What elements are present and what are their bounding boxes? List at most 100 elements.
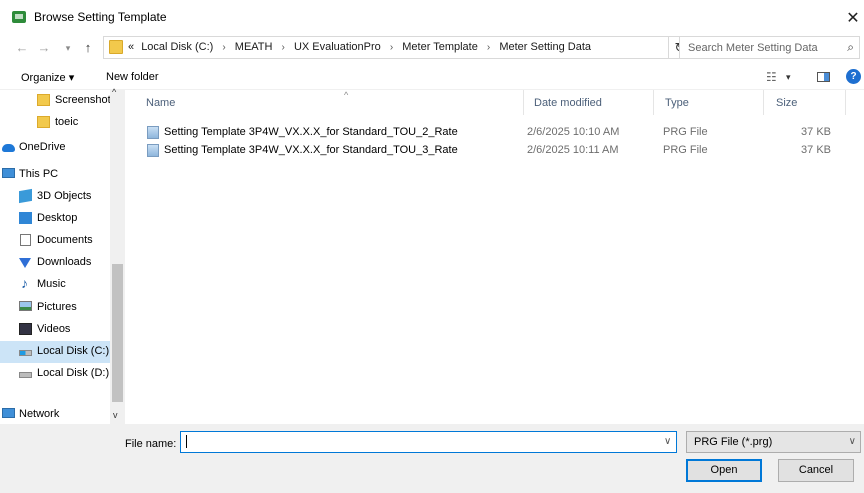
sidebar-item-label: This PC — [19, 168, 59, 180]
breadcrumb-separator[interactable]: › — [282, 42, 285, 53]
sidebar-item-this-pc[interactable]: This PC — [0, 164, 110, 186]
sidebar-item-label: Documents — [37, 234, 93, 246]
table-row[interactable]: Setting Template 3P4W_VX.X.X_for Standar… — [145, 123, 860, 142]
windows-disk-icon — [19, 350, 32, 356]
folder-icon — [37, 116, 50, 128]
video-icon — [19, 323, 32, 335]
scroll-up-icon[interactable]: ^ — [112, 87, 116, 97]
file-icon — [147, 144, 159, 157]
file-name-label: File name: — [125, 438, 177, 450]
breadcrumb-meath[interactable]: MEATH — [235, 41, 273, 53]
file-name: Setting Template 3P4W_VX.X.X_for Standar… — [164, 144, 458, 156]
sidebar-item-videos[interactable]: Videos — [0, 319, 110, 341]
column-header-type[interactable]: Type — [665, 97, 689, 109]
search-placeholder: Search Meter Setting Data — [688, 42, 818, 54]
breadcrumb-meter-template[interactable]: Meter Template — [402, 41, 478, 53]
sidebar-item-label: Videos — [37, 323, 71, 335]
recent-locations-chevron-icon[interactable]: ▾ — [62, 43, 74, 54]
command-bar: Organize ▾ New folder ☷ ▾ ? — [0, 64, 864, 90]
sidebar-item-music[interactable]: ♪ Music — [0, 274, 110, 296]
sidebar-item-downloads[interactable]: Downloads — [0, 252, 110, 274]
sidebar-item-network[interactable]: Network — [0, 404, 110, 424]
chevron-down-icon: ∨ — [848, 436, 856, 447]
sidebar-item-label: Network — [19, 408, 60, 420]
column-divider[interactable] — [763, 90, 764, 115]
column-header-date-modified[interactable]: Date modified — [534, 97, 602, 109]
file-date: 2/6/2025 10:11 AM — [527, 144, 619, 156]
sidebar-item-local-disk-c[interactable]: Local Disk (C:) — [0, 341, 110, 363]
dialog-footer: File name: ∨ PRG File (*.prg) ∨ Open Can… — [0, 424, 864, 493]
sidebar-item-label: OneDrive — [19, 141, 66, 153]
sidebar-item-label: 3D Objects — [37, 190, 92, 202]
sidebar-item-toeic[interactable]: toeic — [0, 112, 110, 134]
sidebar-item-screenshots[interactable]: Screenshots — [0, 90, 110, 112]
file-name: Setting Template 3P4W_VX.X.X_for Standar… — [164, 126, 458, 138]
new-folder-button[interactable]: New folder — [106, 71, 159, 83]
view-options-icon[interactable]: ☷ — [766, 70, 777, 84]
file-date: 2/6/2025 10:10 AM — [527, 126, 620, 138]
title-bar: Browse Setting Template ✕ — [0, 0, 864, 34]
music-icon: ♪ — [21, 275, 28, 291]
breadcrumb-local-disk[interactable]: Local Disk (C:) — [141, 41, 213, 53]
column-header-name[interactable]: Name — [146, 97, 175, 109]
help-icon[interactable]: ? — [846, 69, 861, 84]
breadcrumb-separator[interactable]: › — [222, 42, 225, 53]
picture-icon — [19, 301, 32, 311]
window-title: Browse Setting Template — [34, 10, 167, 24]
breadcrumb-ux-evaluationpro[interactable]: UX EvaluationPro — [294, 41, 381, 53]
sidebar-item-onedrive[interactable]: OneDrive — [0, 137, 110, 159]
file-type: PRG File — [663, 126, 708, 138]
cancel-button[interactable]: Cancel — [778, 459, 854, 482]
computer-icon — [2, 168, 15, 178]
view-dropdown-chevron-icon[interactable]: ▾ — [786, 72, 791, 83]
column-divider[interactable] — [523, 90, 524, 115]
sidebar-item-local-disk-d[interactable]: Local Disk (D:) — [0, 363, 110, 385]
file-name-dropdown-icon[interactable]: ∨ — [664, 436, 671, 447]
open-button[interactable]: Open — [686, 459, 762, 482]
sidebar-item-pictures[interactable]: Pictures — [0, 297, 110, 319]
forward-arrow-icon[interactable]: → — [36, 40, 52, 55]
sidebar-item-3d-objects[interactable]: 3D Objects — [0, 186, 110, 208]
column-divider[interactable] — [653, 90, 654, 115]
file-type-select[interactable]: PRG File (*.prg) ∨ — [686, 431, 861, 453]
search-input[interactable]: Search Meter Setting Data ⌕ — [679, 36, 860, 59]
up-arrow-icon[interactable]: ↑ — [80, 40, 96, 55]
file-list: ^ Name Date modified Type Size Setting T… — [125, 90, 864, 424]
address-bar[interactable]: « Local Disk (C:) › MEATH › UX Evaluatio… — [103, 36, 763, 59]
address-toolbar: ← → ▾ ↑ « Local Disk (C:) › MEATH › UX E… — [0, 34, 864, 62]
sidebar-item-label: toeic — [55, 116, 79, 128]
table-row[interactable]: Setting Template 3P4W_VX.X.X_for Standar… — [145, 141, 860, 160]
navigation-scrollbar[interactable]: ^ v — [110, 87, 125, 424]
scrollbar-thumb[interactable] — [112, 264, 123, 402]
organize-menu-button[interactable]: Organize ▾ — [21, 71, 74, 84]
sort-ascending-icon: ^ — [344, 90, 349, 100]
app-icon — [12, 11, 26, 23]
column-divider[interactable] — [845, 90, 846, 115]
sidebar-item-label: Music — [37, 278, 66, 290]
file-name-input[interactable] — [180, 431, 677, 453]
breadcrumb-separator[interactable]: › — [390, 42, 393, 53]
sidebar-item-label: Pictures — [37, 301, 77, 313]
column-header-size[interactable]: Size — [776, 97, 797, 109]
sidebar-item-documents[interactable]: Documents — [0, 230, 110, 252]
file-type: PRG File — [663, 144, 708, 156]
sidebar-item-desktop[interactable]: Desktop — [0, 208, 110, 230]
close-icon[interactable]: ✕ — [844, 8, 862, 28]
folder-icon — [109, 40, 123, 54]
file-size: 37 KB — [801, 144, 831, 156]
preview-pane-icon[interactable] — [817, 72, 830, 82]
breadcrumb-separator[interactable]: › — [487, 42, 490, 53]
cloud-icon — [2, 144, 15, 152]
sidebar-item-label: Desktop — [37, 212, 78, 224]
breadcrumb: « Local Disk (C:) › MEATH › UX Evaluatio… — [128, 41, 591, 53]
network-icon — [2, 408, 15, 418]
breadcrumb-overflow[interactable]: « — [128, 41, 134, 53]
back-arrow-icon[interactable]: ← — [14, 40, 30, 55]
disk-icon — [19, 372, 32, 378]
scroll-down-icon[interactable]: v — [113, 410, 118, 420]
breadcrumb-meter-setting-data[interactable]: Meter Setting Data — [499, 41, 591, 53]
sidebar-item-label: Screenshots — [55, 94, 110, 106]
document-icon — [20, 234, 31, 246]
search-icon: ⌕ — [847, 40, 854, 54]
cube-icon — [19, 188, 32, 204]
